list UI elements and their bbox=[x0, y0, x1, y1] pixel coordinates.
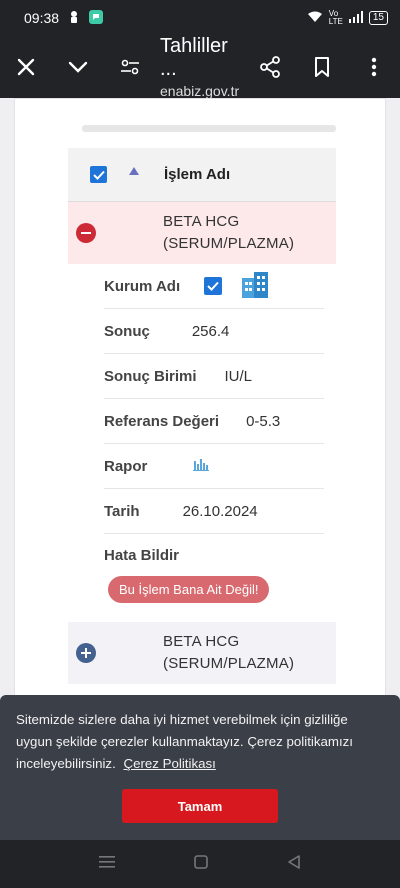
tarih-label: Tarih bbox=[104, 502, 140, 520]
tarih-value: 26.10.2024 bbox=[182, 502, 258, 520]
minimize-button[interactable] bbox=[52, 36, 104, 98]
cookie-policy-link[interactable]: Çerez Politikası bbox=[123, 756, 215, 771]
bookmark-icon bbox=[315, 57, 329, 77]
page-title: Tahliller ... bbox=[160, 35, 228, 80]
menu-icon bbox=[99, 855, 116, 868]
table-header: İşlem Adı bbox=[68, 148, 336, 202]
signal-icon bbox=[348, 10, 363, 26]
back-button[interactable] bbox=[287, 854, 301, 874]
test-name: BETA HCG (SERUM/PLAZMA) bbox=[163, 211, 294, 255]
detail-birim: Sonuç Birimi IU/L bbox=[104, 354, 324, 399]
test-name-line2: (SERUM/PLAZMA) bbox=[163, 235, 295, 252]
detail-referans: Referans Değeri 0-5.3 bbox=[104, 399, 324, 444]
more-options-button[interactable] bbox=[348, 36, 400, 98]
volte-icon: Vo LTE bbox=[328, 9, 343, 26]
detail-sonuc: Sonuç 256.4 bbox=[104, 309, 324, 354]
accept-cookies-button[interactable]: Tamam bbox=[122, 789, 278, 823]
results-table: İşlem Adı BETA HCG (SERUM/PLAZMA) Kurum … bbox=[68, 148, 336, 684]
test-name-line1: BETA HCG bbox=[163, 633, 240, 650]
sort-ascending-icon[interactable] bbox=[129, 166, 139, 175]
check-icon bbox=[92, 170, 105, 180]
hospital-building-icon[interactable] bbox=[240, 270, 270, 302]
app-bar: Tahliller ... enabiz.gov.tr bbox=[0, 35, 400, 99]
kurum-checkbox[interactable] bbox=[204, 277, 223, 295]
detail-kurum: Kurum Adı bbox=[104, 264, 324, 309]
report-chart-icon[interactable] bbox=[193, 457, 210, 475]
collapse-row-button[interactable] bbox=[76, 223, 96, 243]
report-button-wrap: Bu İşlem Bana Ait Değil! bbox=[104, 576, 324, 622]
system-nav-bar bbox=[0, 840, 400, 888]
select-all-checkbox[interactable] bbox=[90, 166, 107, 183]
detail-tarih: Tarih 26.10.2024 bbox=[104, 489, 324, 534]
referans-value: 0-5.3 bbox=[246, 412, 281, 430]
sonuc-value: 256.4 bbox=[191, 322, 230, 340]
detail-rapor: Rapor bbox=[104, 444, 324, 489]
detail-hata: Hata Bildir bbox=[104, 534, 324, 576]
tune-icon bbox=[121, 59, 139, 75]
test-name-line1: BETA HCG bbox=[163, 213, 240, 230]
test-name-line2: (SERUM/PLAZMA) bbox=[163, 655, 295, 672]
bookmark-button[interactable] bbox=[296, 36, 348, 98]
minus-icon bbox=[81, 232, 91, 234]
site-settings-button[interactable] bbox=[104, 36, 156, 98]
row-details: Kurum Adı Sonuç 256.4 Sonuç Birimi IU/L … bbox=[68, 264, 336, 622]
notification-icon bbox=[69, 10, 79, 27]
close-button[interactable] bbox=[0, 36, 52, 98]
home-square-icon bbox=[194, 854, 208, 869]
status-bar: 09:38 Vo LTE 15 bbox=[0, 0, 400, 36]
cookie-banner: Sitemizde sizlere daha iyi hizmet verebi… bbox=[0, 695, 400, 840]
birim-value: IU/L bbox=[224, 367, 253, 385]
share-button[interactable] bbox=[244, 36, 296, 98]
scroll-divider bbox=[82, 125, 336, 132]
check-icon bbox=[207, 281, 219, 291]
battery-icon: 15 bbox=[368, 11, 388, 25]
rapor-label: Rapor bbox=[104, 457, 148, 475]
status-time: 09:38 bbox=[24, 10, 60, 26]
page-url: enabiz.gov.tr bbox=[160, 83, 240, 99]
table-row[interactable]: BETA HCG (SERUM/PLAZMA) bbox=[68, 622, 336, 684]
wifi-icon bbox=[307, 11, 323, 26]
test-name: BETA HCG (SERUM/PLAZMA) bbox=[163, 631, 294, 675]
expand-row-button[interactable] bbox=[76, 643, 96, 663]
close-icon bbox=[17, 58, 35, 76]
sonuc-label: Sonuç bbox=[104, 322, 150, 340]
back-triangle-icon bbox=[287, 854, 300, 869]
share-icon bbox=[260, 56, 280, 78]
column-header-islem-adi[interactable]: İşlem Adı bbox=[164, 166, 230, 183]
table-row[interactable]: BETA HCG (SERUM/PLAZMA) bbox=[68, 202, 336, 264]
kurum-label: Kurum Adı bbox=[104, 277, 181, 295]
recent-apps-button[interactable] bbox=[99, 855, 116, 874]
home-button[interactable] bbox=[194, 854, 208, 874]
page-title-block: Tahliller ... enabiz.gov.tr bbox=[156, 35, 244, 99]
birim-label: Sonuç Birimi bbox=[104, 367, 197, 385]
plus-icon bbox=[81, 648, 91, 658]
referans-label: Referans Değeri bbox=[104, 412, 220, 430]
not-my-record-button[interactable]: Bu İşlem Bana Ait Değil! bbox=[108, 576, 270, 603]
hata-label: Hata Bildir bbox=[104, 546, 180, 564]
cookie-text-block: Sitemizde sizlere daha iyi hizmet verebi… bbox=[16, 709, 384, 775]
chevron-down-icon bbox=[68, 61, 88, 73]
more-vert-icon bbox=[371, 57, 377, 77]
chat-app-icon bbox=[89, 9, 104, 27]
